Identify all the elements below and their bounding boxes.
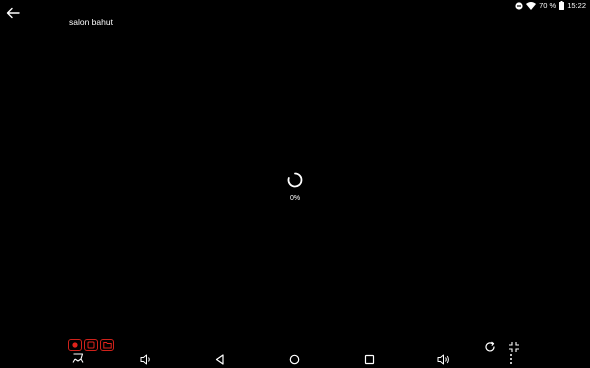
back-arrow-button[interactable] bbox=[6, 6, 20, 19]
refresh-button[interactable] bbox=[484, 340, 496, 358]
volume-down-button[interactable] bbox=[140, 352, 152, 368]
volume-down-icon bbox=[140, 354, 150, 365]
arrow-left-icon bbox=[6, 7, 20, 19]
volume-up-button[interactable] bbox=[437, 352, 450, 368]
loading-percent: 0% bbox=[289, 195, 301, 202]
record-button[interactable] bbox=[68, 339, 82, 351]
status-bar: 70 % 15:22 bbox=[515, 0, 590, 12]
nav-back-button[interactable] bbox=[215, 352, 225, 368]
snapshot-icon bbox=[87, 341, 95, 349]
nav-home-button[interactable] bbox=[289, 352, 300, 368]
more-vertical-icon bbox=[510, 354, 512, 364]
home-icon bbox=[289, 354, 300, 365]
nav-recents-button[interactable] bbox=[364, 352, 375, 368]
record-icon bbox=[72, 342, 78, 348]
more-options-button[interactable] bbox=[508, 352, 514, 368]
recents-icon bbox=[364, 354, 375, 365]
back-icon bbox=[215, 354, 224, 365]
accessibility-icon bbox=[72, 353, 84, 363]
folder-button[interactable] bbox=[100, 339, 114, 351]
screen: 70 % 15:22 salon bahut 0% bbox=[0, 0, 590, 368]
record-controls bbox=[68, 339, 114, 351]
loading-spinner-icon bbox=[287, 172, 303, 188]
refresh-icon bbox=[485, 341, 495, 352]
battery-icon bbox=[559, 0, 565, 15]
accessibility-button[interactable] bbox=[72, 351, 84, 368]
snapshot-button[interactable] bbox=[84, 339, 98, 351]
wifi-icon bbox=[526, 0, 537, 15]
battery-percent: 70 % bbox=[539, 1, 557, 10]
volume-up-icon bbox=[437, 354, 449, 365]
clock: 15:22 bbox=[567, 1, 586, 10]
folder-icon bbox=[102, 342, 112, 349]
loading-indicator: 0% bbox=[285, 171, 305, 203]
do-not-disturb-icon bbox=[515, 0, 523, 15]
camera-title: salon bahut bbox=[69, 17, 113, 27]
